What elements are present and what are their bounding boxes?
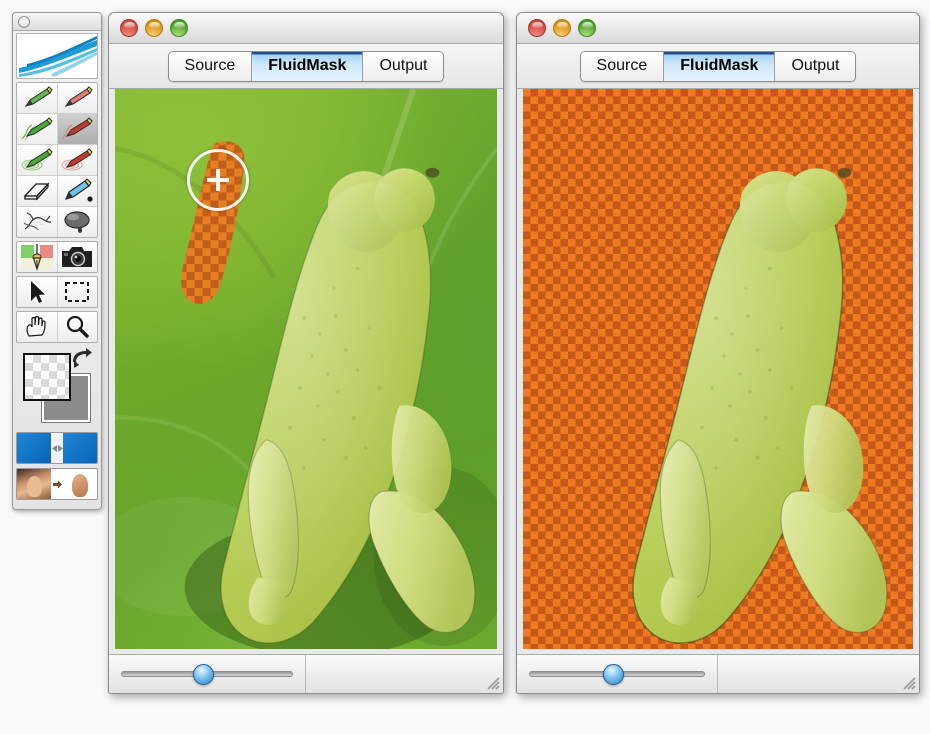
blend-preview-button[interactable] bbox=[16, 432, 98, 464]
output-status-area bbox=[718, 655, 919, 693]
swoosh-icon bbox=[19, 36, 97, 77]
pencil-tool[interactable] bbox=[57, 176, 97, 206]
camera-tool[interactable] bbox=[57, 242, 97, 272]
frog-subject bbox=[115, 89, 497, 649]
hand-tool[interactable] bbox=[17, 312, 57, 342]
source-slider-cell[interactable] bbox=[109, 655, 306, 693]
marquee-tool[interactable] bbox=[57, 277, 97, 307]
green-marker-tool[interactable] bbox=[17, 83, 57, 113]
tab-fluidmask[interactable]: FluidMask bbox=[664, 51, 776, 81]
tool-group-select[interactable] bbox=[16, 276, 98, 308]
source-status-area bbox=[306, 655, 503, 693]
blur-tool[interactable] bbox=[57, 207, 97, 237]
slider-knob[interactable] bbox=[193, 663, 215, 685]
output-tabbar[interactable]: Source FluidMask Output bbox=[517, 44, 919, 89]
tool-group-markers[interactable] bbox=[16, 82, 98, 238]
tab-output[interactable]: Output bbox=[775, 51, 856, 81]
zoom-tool[interactable] bbox=[57, 312, 97, 342]
foreground-color-swatch[interactable] bbox=[23, 353, 71, 401]
slider-knob[interactable] bbox=[602, 663, 624, 685]
red-edge-tool[interactable] bbox=[57, 114, 97, 144]
output-window-titlebar[interactable] bbox=[517, 13, 919, 44]
arrow-tool[interactable] bbox=[17, 277, 57, 307]
output-slider-cell[interactable] bbox=[517, 655, 718, 693]
color-swatches[interactable] bbox=[16, 348, 98, 428]
arrow-right-icon bbox=[52, 480, 62, 488]
before-after-preview-button[interactable] bbox=[16, 468, 98, 500]
frog-subject-masked bbox=[523, 89, 913, 649]
zoom-slider[interactable] bbox=[121, 663, 293, 685]
source-window[interactable]: Source FluidMask Output bbox=[108, 12, 504, 694]
red-blend-tool[interactable] bbox=[57, 145, 97, 175]
source-window-titlebar[interactable] bbox=[109, 13, 503, 44]
tool-group-special[interactable] bbox=[16, 241, 98, 273]
zoom-slider[interactable] bbox=[529, 663, 705, 685]
tab-fluidmask[interactable]: FluidMask bbox=[252, 51, 364, 81]
swap-arrows-icon[interactable] bbox=[70, 348, 94, 370]
minimize-button[interactable] bbox=[145, 19, 163, 37]
zoom-button[interactable] bbox=[170, 19, 188, 37]
minimize-button[interactable] bbox=[553, 19, 571, 37]
circle-close-icon[interactable] bbox=[18, 15, 30, 28]
output-canvas[interactable] bbox=[523, 89, 913, 649]
zoom-button[interactable] bbox=[578, 19, 596, 37]
tab-source[interactable]: Source bbox=[580, 51, 665, 81]
brush-cursor[interactable] bbox=[187, 149, 249, 211]
close-button[interactable] bbox=[528, 19, 546, 37]
patch-tool[interactable] bbox=[17, 207, 57, 237]
fluidmask-logo bbox=[16, 33, 98, 79]
green-blend-tool[interactable] bbox=[17, 145, 57, 175]
pen-gradient-tool[interactable] bbox=[17, 242, 57, 272]
output-tabgroup[interactable]: Source FluidMask Output bbox=[579, 50, 857, 82]
green-edge-tool[interactable] bbox=[17, 114, 57, 144]
eraser-tool[interactable] bbox=[17, 176, 57, 206]
source-bottombar[interactable] bbox=[109, 654, 503, 693]
tool-palette[interactable] bbox=[12, 12, 102, 510]
resize-grip-icon[interactable] bbox=[485, 675, 500, 690]
tab-source[interactable]: Source bbox=[168, 51, 253, 81]
source-tabbar[interactable]: Source FluidMask Output bbox=[109, 44, 503, 89]
red-marker-tool[interactable] bbox=[57, 83, 97, 113]
source-canvas[interactable] bbox=[115, 89, 497, 649]
output-bottombar[interactable] bbox=[517, 654, 919, 693]
close-button[interactable] bbox=[120, 19, 138, 37]
output-window[interactable]: Source FluidMask Output bbox=[516, 12, 920, 694]
tool-group-navigate[interactable] bbox=[16, 311, 98, 343]
preview-buttons[interactable] bbox=[16, 432, 98, 500]
source-tabgroup[interactable]: Source FluidMask Output bbox=[167, 50, 445, 82]
resize-grip-icon[interactable] bbox=[901, 675, 916, 690]
transfer-arrows-icon bbox=[51, 444, 63, 452]
tab-output[interactable]: Output bbox=[363, 51, 444, 81]
palette-titlebar bbox=[13, 13, 101, 31]
